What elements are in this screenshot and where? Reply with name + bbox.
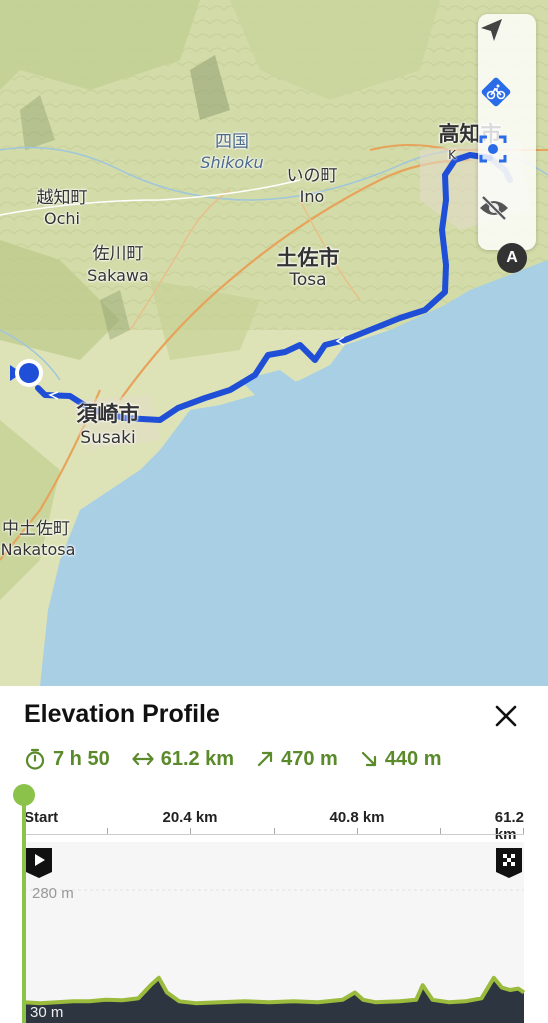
map-label-ochi-ja: 越知町	[36, 188, 88, 208]
elevation-profile-graphic	[23, 889, 526, 1023]
stat-ascent-value: 470 m	[281, 747, 338, 770]
hide-route-button[interactable]	[478, 194, 536, 250]
map-label-susaki-ja: 須崎市	[76, 402, 140, 426]
map-label-kochi-en: K	[448, 148, 456, 162]
map-view[interactable]: 四国 Shikoku 高知市 K 越知町 Ochi いの町 Ino 佐川町 Sa…	[0, 0, 548, 686]
navigation-arrow-icon	[481, 19, 502, 41]
position-cursor-line[interactable]	[22, 792, 26, 1023]
map-label-tosa-ja: 土佐市	[276, 246, 340, 270]
distance-arrows-icon	[132, 752, 154, 766]
hide-visibility-icon	[480, 195, 508, 221]
elevation-panel: Elevation Profile 7 h 50 61.2 km 470 m 4…	[0, 686, 548, 1023]
stat-duration: 7 h 50	[24, 748, 110, 771]
focus-route-button[interactable]	[478, 134, 536, 190]
y-tick-label-max: 280 m	[32, 885, 74, 902]
elevation-line	[23, 975, 526, 1006]
map-label-ino-ja: いの町	[286, 166, 338, 186]
map-label-sakawa-en: Sakawa	[87, 266, 149, 285]
map-controls	[478, 14, 536, 250]
start-flag-icon	[26, 848, 52, 878]
elevation-chart[interactable]: Start 20.4 km 40.8 km 61.2 km 280 m 30 m	[0, 782, 548, 1023]
bike-route-icon	[481, 77, 511, 107]
map-label-nakatosa-en: Nakatosa	[0, 540, 76, 559]
map-label-sakawa-ja: 佐川町	[92, 244, 144, 264]
map-label-shikoku-ja: 四国	[215, 132, 249, 152]
map-attribution-button[interactable]: A	[497, 243, 527, 273]
route-stats: 7 h 50 61.2 km 470 m 440 m	[24, 746, 464, 772]
map-label-tosa-en: Tosa	[289, 270, 327, 290]
ascent-arrow-icon	[257, 751, 273, 767]
close-button[interactable]	[488, 698, 524, 734]
map-label-susaki-en: Susaki	[80, 428, 136, 448]
y-tick-label-min: 30 m	[30, 1004, 64, 1021]
stat-distance: 61.2 km	[132, 748, 234, 771]
map-canvas	[0, 0, 548, 686]
navigation-button[interactable]	[478, 16, 536, 72]
stat-duration-value: 7 h 50	[53, 747, 110, 770]
panel-title: Elevation Profile	[24, 700, 220, 728]
map-label-ino-en: Ino	[299, 187, 325, 206]
stat-ascent: 470 m	[256, 748, 338, 771]
finish-flag-icon	[496, 848, 522, 878]
close-icon	[495, 705, 517, 727]
descent-arrow-icon	[361, 751, 376, 767]
map-label-nakatosa-ja: 中土佐町	[2, 519, 70, 539]
stat-descent: 440 m	[360, 748, 442, 771]
focus-route-icon	[479, 135, 507, 163]
map-label-shikoku-en: Shikoku	[200, 153, 264, 172]
stopwatch-icon	[25, 748, 45, 770]
app-root: 四国 Shikoku 高知市 K 越知町 Ochi いの町 Ino 佐川町 Sa…	[0, 0, 548, 1023]
bike-route-button[interactable]	[478, 74, 536, 130]
position-cursor-handle[interactable]	[13, 784, 35, 806]
stat-distance-value: 61.2 km	[160, 747, 235, 770]
map-label-ochi-en: Ochi	[44, 209, 80, 228]
stat-descent-value: 440 m	[384, 747, 442, 770]
